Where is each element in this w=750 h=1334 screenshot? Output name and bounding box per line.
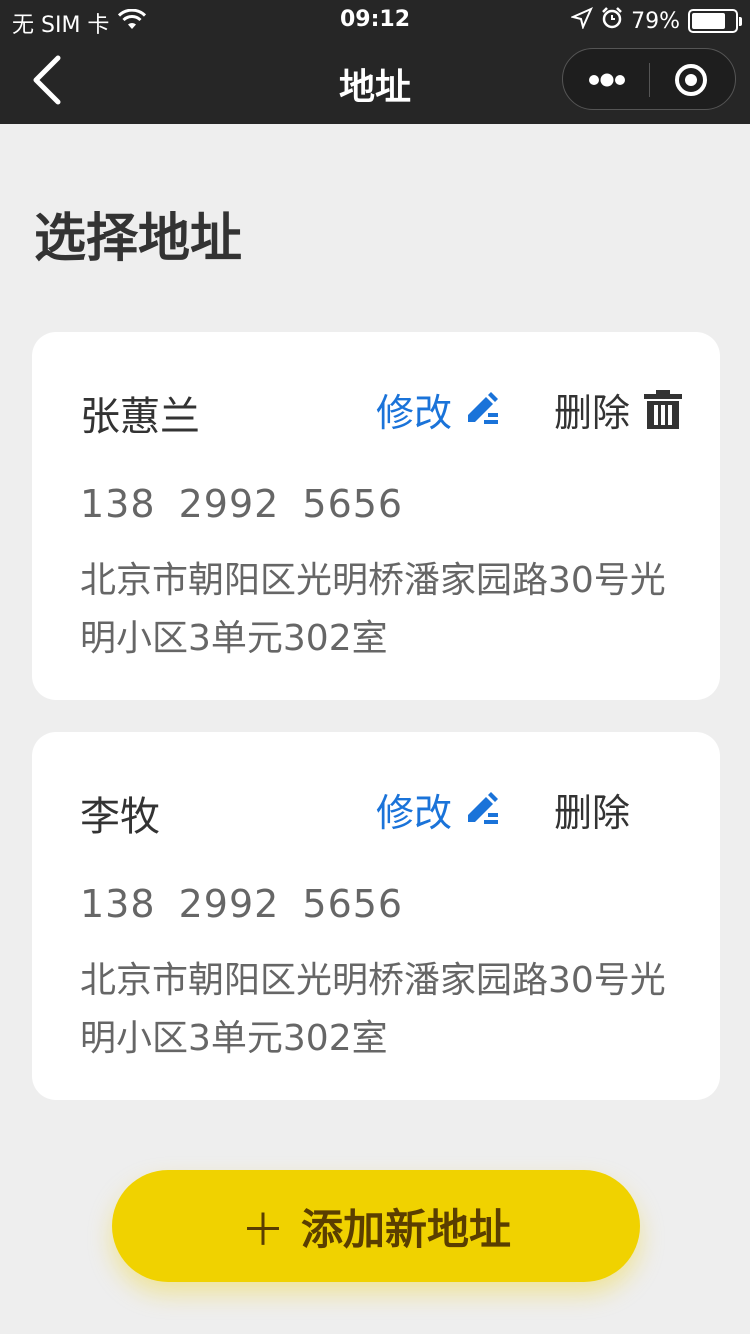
battery-icon — [688, 9, 742, 33]
add-new-address-label: 添加新地址 — [300, 1204, 511, 1254]
edit-label: 修改 — [376, 791, 453, 835]
battery-fill — [692, 13, 726, 29]
add-new-address-button[interactable]: ＋ 添加新地址 — [112, 1170, 640, 1282]
pencil-edit-icon — [468, 391, 499, 424]
contact-phone: 138 2992 5656 — [80, 882, 404, 926]
top-bar: 无 SIM 卡 09:12 79% 地址 — [0, 0, 750, 124]
delete-address-button[interactable]: 删除 — [554, 382, 684, 437]
contact-name: 张蕙兰 — [80, 394, 200, 440]
address-card[interactable]: 李牧 修改 删除 138 2992 5656 北京市朝阳区光明桥潘家园路30号光… — [32, 732, 720, 1100]
pencil-edit-icon — [468, 791, 499, 824]
page-title: 选择地址 — [34, 209, 243, 269]
plus-icon: ＋ — [240, 1205, 285, 1256]
delete-address-button[interactable]: 删除 — [554, 782, 630, 837]
status-bar: 无 SIM 卡 09:12 79% — [0, 0, 750, 40]
location-arrow-icon — [570, 7, 594, 35]
more-dots-icon — [589, 73, 625, 87]
alarm-clock-icon — [601, 7, 623, 35]
record-circle-icon — [675, 64, 707, 96]
edit-label: 修改 — [376, 391, 453, 435]
delete-label: 删除 — [554, 791, 631, 835]
more-button[interactable] — [563, 49, 649, 109]
delete-label: 删除 — [554, 391, 631, 435]
mini-program-capsule — [562, 48, 736, 110]
address-card[interactable]: 张蕙兰 修改 删除 138 2992 5656 北京市朝阳区光明桥潘家园路30号… — [32, 332, 720, 700]
edit-address-button[interactable]: 修改 — [376, 382, 502, 437]
edit-address-button[interactable]: 修改 — [376, 782, 502, 837]
navigation-bar: 地址 — [0, 40, 750, 124]
contact-name: 李牧 — [80, 794, 160, 840]
contact-address: 北京市朝阳区光明桥潘家园路30号光明小区3单元302室 — [80, 960, 666, 1059]
contact-address: 北京市朝阳区光明桥潘家园路30号光明小区3单元302室 — [80, 560, 666, 659]
battery-percent: 79% — [631, 8, 680, 34]
close-mini-program-button[interactable] — [650, 49, 736, 109]
contact-phone: 138 2992 5656 — [80, 482, 404, 526]
trash-icon — [644, 389, 683, 429]
